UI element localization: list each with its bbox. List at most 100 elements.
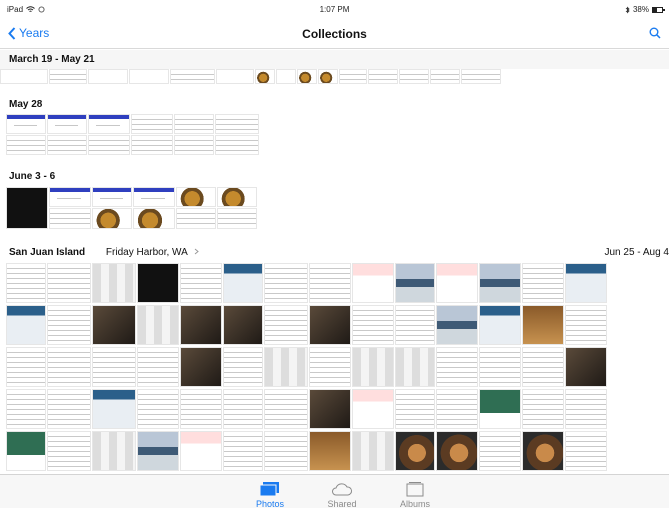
photo-thumbnail[interactable]: [216, 69, 254, 84]
photo-thumbnail[interactable]: [6, 263, 46, 303]
photo-thumbnail[interactable]: [522, 347, 564, 387]
photo-thumbnail[interactable]: [47, 305, 91, 345]
photo-thumbnail[interactable]: [276, 69, 296, 84]
photo-thumbnail[interactable]: [49, 208, 91, 229]
photo-thumbnail[interactable]: [264, 347, 308, 387]
photo-thumbnail[interactable]: [395, 263, 435, 303]
photo-thumbnail[interactable]: [92, 208, 132, 229]
photo-thumbnail[interactable]: [297, 69, 317, 84]
collection-header[interactable]: March 19 - May 21: [0, 50, 669, 69]
photo-thumbnail[interactable]: [264, 305, 308, 345]
photo-thumbnail[interactable]: [133, 208, 175, 229]
photo-thumbnail[interactable]: [180, 389, 222, 429]
photo-thumbnail[interactable]: [49, 69, 87, 84]
photo-thumbnail[interactable]: [131, 114, 173, 134]
photo-thumbnail[interactable]: [479, 347, 521, 387]
tab-albums[interactable]: Albums: [390, 481, 440, 508]
photo-thumbnail[interactable]: [522, 263, 564, 303]
photo-thumbnail[interactable]: [92, 347, 136, 387]
photo-thumbnail[interactable]: [479, 389, 521, 429]
photo-thumbnail[interactable]: [47, 114, 87, 134]
photo-thumbnail[interactable]: [129, 69, 169, 84]
collection-header[interactable]: June 3 - 6: [0, 168, 669, 185]
photo-thumbnail[interactable]: [217, 208, 257, 229]
photo-thumbnail[interactable]: [565, 389, 607, 429]
photo-thumbnail[interactable]: [215, 114, 259, 134]
photo-thumbnail[interactable]: [264, 431, 308, 471]
photo-thumbnail[interactable]: [6, 305, 46, 345]
photo-thumbnail[interactable]: [92, 431, 136, 471]
photo-thumbnail[interactable]: [6, 135, 46, 155]
photo-thumbnail[interactable]: [180, 347, 222, 387]
photo-thumbnail[interactable]: [309, 389, 351, 429]
photo-thumbnail[interactable]: [395, 305, 435, 345]
tab-photos[interactable]: Photos: [245, 481, 295, 508]
photo-thumbnail[interactable]: [180, 263, 222, 303]
photo-thumbnail[interactable]: [92, 305, 136, 345]
photo-thumbnail[interactable]: [565, 431, 607, 471]
photo-thumbnail[interactable]: [436, 305, 478, 345]
photo-thumbnail[interactable]: [6, 389, 46, 429]
photo-thumbnail[interactable]: [479, 431, 521, 471]
photo-thumbnail[interactable]: [223, 389, 263, 429]
photo-thumbnail[interactable]: [223, 347, 263, 387]
photo-thumbnail[interactable]: [309, 263, 351, 303]
photo-thumbnail[interactable]: [176, 208, 216, 229]
photo-thumbnail[interactable]: [215, 135, 259, 155]
photo-thumbnail[interactable]: [180, 431, 222, 471]
photo-thumbnail[interactable]: [174, 135, 214, 155]
photo-thumbnail[interactable]: [6, 114, 46, 134]
photo-thumbnail[interactable]: [137, 305, 179, 345]
photo-thumbnail[interactable]: [223, 263, 263, 303]
photo-thumbnail[interactable]: [309, 431, 351, 471]
photo-thumbnail[interactable]: [436, 347, 478, 387]
photo-thumbnail[interactable]: [47, 135, 87, 155]
photo-thumbnail[interactable]: [522, 305, 564, 345]
photo-thumbnail[interactable]: [88, 114, 130, 134]
photo-thumbnail[interactable]: [522, 389, 564, 429]
photo-thumbnail[interactable]: [170, 69, 215, 84]
photo-thumbnail[interactable]: [6, 347, 46, 387]
photo-thumbnail[interactable]: [255, 69, 275, 84]
photo-thumbnail[interactable]: [217, 187, 257, 207]
photo-thumbnail[interactable]: [137, 431, 179, 471]
photo-thumbnail[interactable]: [565, 263, 607, 303]
photo-thumbnail[interactable]: [430, 69, 460, 84]
photo-thumbnail[interactable]: [522, 431, 564, 471]
photo-thumbnail[interactable]: [137, 389, 179, 429]
tab-shared[interactable]: Shared: [317, 481, 367, 508]
photo-thumbnail[interactable]: [352, 431, 394, 471]
photo-thumbnail[interactable]: [223, 431, 263, 471]
photo-thumbnail[interactable]: [479, 305, 521, 345]
photo-thumbnail[interactable]: [395, 347, 435, 387]
photo-thumbnail[interactable]: [264, 389, 308, 429]
photo-thumbnail[interactable]: [395, 431, 435, 471]
photo-thumbnail[interactable]: [436, 389, 478, 429]
photo-thumbnail[interactable]: [223, 305, 263, 345]
photo-thumbnail[interactable]: [49, 187, 91, 207]
back-button[interactable]: Years: [8, 26, 49, 40]
photo-thumbnail[interactable]: [479, 263, 521, 303]
photo-thumbnail[interactable]: [174, 114, 214, 134]
photo-thumbnail[interactable]: [47, 389, 91, 429]
photo-thumbnail[interactable]: [92, 389, 136, 429]
photo-thumbnail[interactable]: [339, 69, 367, 84]
photo-thumbnail[interactable]: [399, 69, 429, 84]
photo-thumbnail[interactable]: [88, 69, 128, 84]
photo-thumbnail[interactable]: [137, 263, 179, 303]
collection-header[interactable]: San Juan Island Friday Harbor, WA Jun 25…: [0, 244, 669, 262]
photo-thumbnail[interactable]: [133, 187, 175, 207]
photo-thumbnail[interactable]: [47, 263, 91, 303]
photo-thumbnail[interactable]: [436, 431, 478, 471]
photo-thumbnail[interactable]: [352, 263, 394, 303]
photo-thumbnail[interactable]: [180, 305, 222, 345]
search-button[interactable]: [649, 26, 661, 44]
photo-thumbnail[interactable]: [137, 347, 179, 387]
photo-thumbnail[interactable]: [92, 263, 136, 303]
photo-thumbnail[interactable]: [318, 69, 338, 84]
photo-thumbnail[interactable]: [6, 187, 48, 229]
photo-thumbnail[interactable]: [6, 431, 46, 471]
photo-thumbnail[interactable]: [309, 305, 351, 345]
photo-thumbnail[interactable]: [352, 305, 394, 345]
photo-thumbnail[interactable]: [88, 135, 130, 155]
